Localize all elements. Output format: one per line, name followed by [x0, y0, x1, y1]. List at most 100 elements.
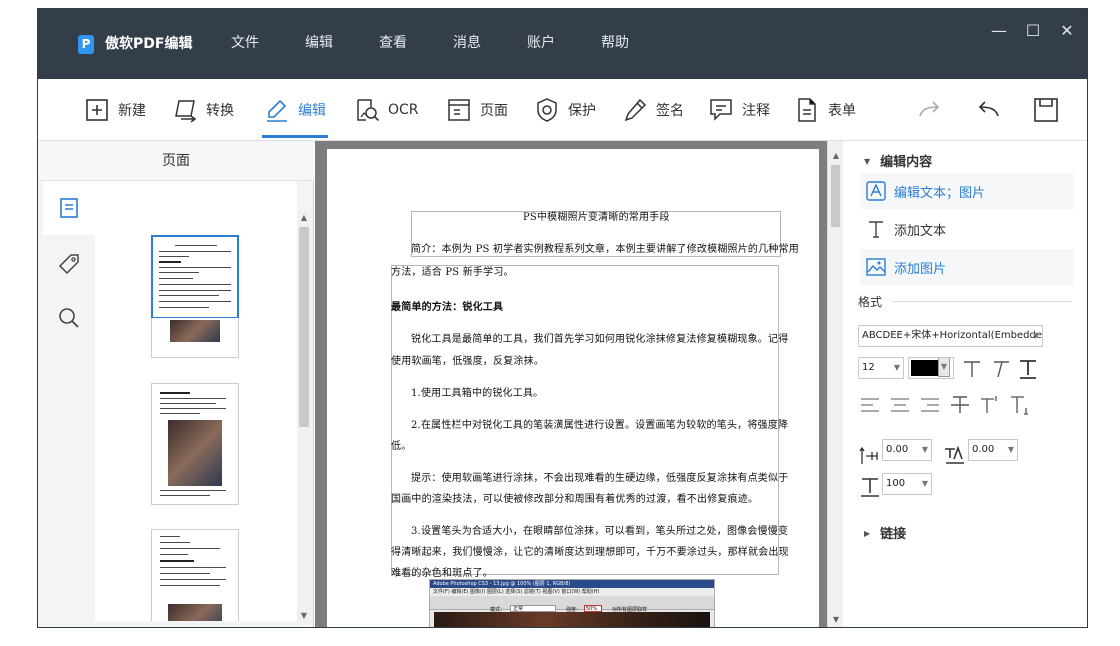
- align-left-button[interactable]: [858, 393, 882, 417]
- page-thumbnail-2[interactable]: [151, 383, 239, 505]
- subscript-button[interactable]: [1008, 393, 1032, 417]
- ps-options-bar: 模式： 正常 强度： 50% 对所有图层取样: [430, 596, 714, 613]
- font-size-select[interactable]: 12 ▼: [858, 357, 904, 379]
- bookmarks-tab[interactable]: [43, 237, 95, 291]
- doc-step-3-line-1: 3.设置笔头为合适大小，在眼睛部位涂抹，可以看到，笔头所过之处，图像会慢慢变: [411, 526, 789, 537]
- doc-scroll-down-icon[interactable]: ▼: [829, 613, 843, 627]
- minimize-button[interactable]: —: [989, 21, 1009, 41]
- char-spacing-input[interactable]: 0.00 ▼: [882, 439, 932, 461]
- doc-tip-line-1: 提示：使用软画笔进行涂抹，不会出现难看的生硬边缘，低强度反复涂抹有点类似于: [411, 473, 789, 484]
- page-thumbnail-list: [95, 181, 297, 621]
- ocr-label: OCR: [388, 102, 419, 118]
- edit-content-section[interactable]: ▼ 编辑内容: [864, 151, 932, 170]
- redo-icon[interactable]: [916, 96, 944, 124]
- align-center-icon: [891, 398, 909, 412]
- doc-step-2-line-2: 低。: [391, 441, 412, 452]
- scroll-down-arrow-icon[interactable]: ▼: [297, 609, 311, 623]
- menu-help[interactable]: 帮助: [578, 33, 652, 53]
- close-button[interactable]: ✕: [1057, 21, 1077, 41]
- expand-triangle-icon: ▶: [864, 529, 871, 538]
- align-right-button[interactable]: [918, 393, 942, 417]
- text-regular-button[interactable]: [960, 357, 984, 381]
- sign-label: 签名: [656, 103, 684, 119]
- menu-account[interactable]: 账户: [504, 33, 578, 53]
- word-spacing-input[interactable]: 0.00 ▼: [968, 439, 1018, 461]
- doc-intro-line-2: 方法，适合 PS 新手学习。: [391, 267, 514, 278]
- text-italic-button[interactable]: [988, 357, 1012, 381]
- font-family-select[interactable]: ABCDEE+宋体+Horizontal(Embedded ▼: [858, 325, 1043, 347]
- page-thumbnails-tab[interactable]: [43, 181, 95, 235]
- signature-pen-icon: [624, 98, 647, 122]
- annotate-button[interactable]: 注释: [708, 95, 770, 125]
- edit-text-image-option[interactable]: 编辑文本；图片: [860, 173, 1074, 209]
- ps-strength-input: 50%: [584, 605, 602, 612]
- thumbnail-scroll-thumb[interactable]: [299, 227, 309, 427]
- tag-icon: [58, 254, 79, 275]
- thumbnail-scrollbar[interactable]: ▲ ▼: [297, 211, 311, 623]
- format-divider: [892, 301, 1072, 302]
- menu-view[interactable]: 查看: [356, 33, 430, 53]
- edit-tool-button[interactable]: 编辑: [262, 95, 328, 138]
- doc-title: PS中模糊照片变清晰的常用手段: [523, 212, 670, 223]
- form-label: 表单: [828, 103, 856, 119]
- ps-window-title: Adobe Photoshop CS3 - 13.jpg @ 100% (图层 …: [430, 580, 714, 588]
- convert-button[interactable]: 转换: [172, 95, 234, 125]
- search-icon: [59, 308, 79, 328]
- form-button[interactable]: 表单: [794, 95, 856, 125]
- document-scroll-thumb[interactable]: [831, 165, 840, 227]
- menu-messages[interactable]: 消息: [430, 33, 504, 53]
- scale-input[interactable]: 100 ▼: [882, 473, 932, 495]
- doc-heading: 最简单的方法：锐化工具: [391, 302, 504, 313]
- menu-file[interactable]: 文件: [208, 33, 282, 53]
- pages-panel-title: 页面: [38, 141, 314, 181]
- plus-box-icon: [86, 99, 108, 121]
- page-button[interactable]: 页面: [446, 95, 508, 125]
- page-thumbnail-1-image: [151, 318, 239, 358]
- align-right-icon: [921, 398, 939, 412]
- document-scrollbar[interactable]: ▲ ▼: [827, 141, 843, 627]
- align-center-button[interactable]: [888, 393, 912, 417]
- text-underline-button[interactable]: [1016, 357, 1040, 381]
- save-icon[interactable]: [1032, 96, 1060, 124]
- superscript-button[interactable]: [978, 393, 1002, 417]
- shield-icon: [537, 98, 557, 122]
- menu-edit[interactable]: 编辑: [282, 33, 356, 53]
- page-thumbnail-3[interactable]: [151, 529, 239, 621]
- document-view: PS中模糊照片变清晰的常用手段 简介：本例为 PS 初学者实例教程系列文章，本例…: [315, 141, 827, 627]
- maximize-button[interactable]: ☐: [1023, 21, 1043, 41]
- scale-icon: [858, 475, 882, 499]
- sign-button[interactable]: 签名: [622, 95, 684, 125]
- page-thumbnail-1[interactable]: [151, 235, 239, 319]
- pen-edit-icon: [267, 99, 287, 122]
- document-page: PS中模糊照片变清晰的常用手段 简介：本例为 PS 初学者实例教程系列文章，本例…: [327, 149, 819, 627]
- protect-button[interactable]: 保护: [534, 95, 596, 125]
- doc-scroll-up-icon[interactable]: ▲: [829, 149, 843, 163]
- links-section[interactable]: ▶ 链接: [864, 523, 906, 542]
- pages-panel: 页面 ▲ ▼: [38, 141, 314, 627]
- align-left-icon: [861, 398, 879, 412]
- text-underline-icon: [1020, 360, 1036, 379]
- title-bar: P 傲软PDF编辑 文件 编辑 查看 消息 账户 帮助 — ☐ ✕: [38, 9, 1087, 79]
- pages-icon: [60, 198, 78, 218]
- add-image-option[interactable]: 添加图片: [860, 249, 1074, 285]
- search-tab[interactable]: [43, 291, 95, 345]
- add-text-option[interactable]: 添加文本: [860, 211, 1074, 247]
- chevron-down-icon: ▼: [893, 363, 900, 372]
- annotate-label: 注释: [742, 103, 770, 119]
- add-text-label: 添加文本: [894, 223, 947, 239]
- ocr-button[interactable]: OCR: [354, 95, 419, 125]
- document-embedded-image[interactable]: Adobe Photoshop CS3 - 13.jpg @ 100% (图层 …: [429, 579, 715, 627]
- new-button[interactable]: 新建: [84, 95, 146, 125]
- font-size-value: 12: [862, 362, 875, 373]
- image-icon: [866, 258, 886, 276]
- undo-icon[interactable]: [974, 96, 1002, 124]
- main-toolbar: 新建 转换 编辑 OCR 页面 保护 签名 注释 表单: [38, 79, 1087, 141]
- text-color-picker[interactable]: ▼: [908, 357, 954, 379]
- edit-label: 编辑: [298, 103, 326, 119]
- scale-value: 100: [886, 478, 906, 489]
- strikethrough-button[interactable]: [948, 393, 972, 417]
- doc-step-2-line-1: 2.在属性栏中对锐化工具的笔装潢属性进行设置。设置画笔为较软的笔头，将强度降: [411, 420, 789, 431]
- page-label: 页面: [480, 103, 508, 119]
- strikethrough-icon: [951, 396, 969, 413]
- scroll-up-arrow-icon[interactable]: ▲: [297, 211, 311, 225]
